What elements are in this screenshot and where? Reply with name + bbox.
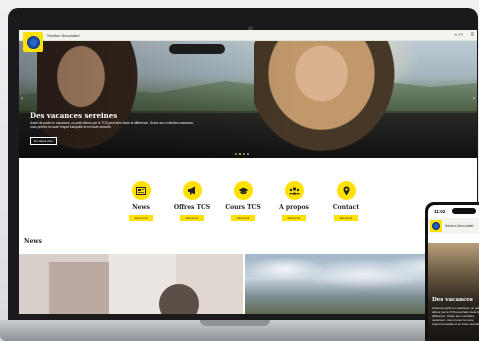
language-switcher[interactable]: ⊕ FR bbox=[454, 33, 463, 37]
megaphone-icon bbox=[182, 181, 202, 200]
phone-frame: 11:02 Section Neuchâtel Des vacances Ava… bbox=[425, 202, 479, 341]
phone-hero-text: Avant de partir en vacances, un petit dé… bbox=[432, 306, 479, 326]
carousel-dot[interactable] bbox=[247, 153, 249, 155]
laptop-base bbox=[0, 320, 479, 341]
carousel-dots bbox=[235, 153, 249, 155]
site-name: Section Neuchâtel bbox=[47, 33, 80, 38]
carousel-dot[interactable] bbox=[243, 153, 245, 155]
laptop-notch bbox=[200, 320, 270, 326]
feature-discover-button[interactable]: Découvrir bbox=[231, 215, 255, 221]
news-section-title: News bbox=[24, 238, 42, 245]
phone-site-name: Section Neuchâtel bbox=[445, 224, 474, 228]
feature-discover-button[interactable]: Découvrir bbox=[180, 215, 204, 221]
carousel-dot[interactable] bbox=[239, 153, 241, 155]
tcs-emblem-icon bbox=[432, 222, 440, 230]
menu-icon[interactable]: ≡ bbox=[470, 32, 474, 38]
carousel-prev-arrow-icon[interactable]: ‹ bbox=[21, 96, 23, 102]
news-image-person bbox=[159, 284, 199, 314]
phone-hero-title: Des vacances bbox=[432, 297, 473, 303]
feature-label: A propos bbox=[279, 204, 309, 211]
hero-carousel: Des vacances sereines Avant de partir en… bbox=[19, 41, 477, 158]
carousel-next-arrow-icon[interactable]: › bbox=[473, 96, 475, 102]
feature-discover-button[interactable]: Découvrir bbox=[129, 215, 153, 221]
phone-site-header: Section Neuchâtel bbox=[428, 218, 479, 234]
newspaper-icon bbox=[131, 181, 151, 200]
site-header: Section Neuchâtel ⊕ FR ≡ bbox=[19, 30, 477, 41]
feature-a-propos[interactable]: A propos Découvrir bbox=[264, 181, 324, 221]
hero-read-more-button[interactable]: En savoir plus bbox=[30, 137, 57, 145]
phone-status-time: 11:02 bbox=[434, 209, 446, 214]
feature-contact[interactable]: Contact Découvrir bbox=[316, 181, 376, 221]
map-pin-icon bbox=[336, 181, 356, 200]
feature-discover-button[interactable]: Découvrir bbox=[282, 215, 306, 221]
globe-icon: ⊕ bbox=[454, 33, 458, 37]
feature-discover-button[interactable]: Découvrir bbox=[334, 215, 358, 221]
graduation-cap-icon bbox=[233, 181, 253, 200]
hero-title: Des vacances sereines bbox=[30, 111, 118, 120]
hero-overlay bbox=[19, 41, 477, 158]
phone-hero: Des vacances Avant de partir en vacances… bbox=[428, 243, 479, 341]
phone-site-logo[interactable] bbox=[430, 220, 442, 232]
news-card-image[interactable] bbox=[19, 254, 243, 314]
carousel-dot[interactable] bbox=[235, 153, 237, 155]
features-section: News Découvrir Offres TCS Découvrir Cour… bbox=[19, 158, 477, 235]
phone-notch bbox=[452, 208, 476, 214]
users-icon bbox=[284, 181, 304, 200]
news-image-door bbox=[49, 262, 109, 314]
feature-label: Contact bbox=[332, 204, 360, 211]
site-logo[interactable] bbox=[23, 32, 43, 52]
tcs-emblem-icon bbox=[26, 35, 40, 49]
laptop-screen: Section Neuchâtel ⊕ FR ≡ Des vacances se… bbox=[19, 30, 477, 314]
phone-screen: 11:02 Section Neuchâtel Des vacances Ava… bbox=[428, 205, 479, 341]
hero-text: Avant de partir en vacances, un petit dé… bbox=[30, 121, 194, 129]
